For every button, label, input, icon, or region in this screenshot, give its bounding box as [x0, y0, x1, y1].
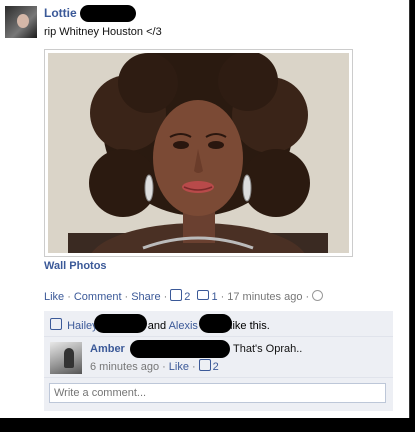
post-container: Lottie rip Whitney Houston </3 Wall Phot…: [0, 0, 410, 418]
action-bar: Like · Comment · Share · 2 1 · 17 minutes ago ·: [44, 289, 324, 303]
thumbs-up-icon: [50, 318, 62, 330]
author-name[interactable]: Lottie: [44, 6, 77, 20]
redaction-bar: [130, 340, 230, 358]
status-text: rip Whitney Houston </3: [44, 26, 162, 38]
comment-like-link[interactable]: Like: [169, 361, 189, 373]
share-link[interactable]: Share: [131, 291, 160, 303]
comment-text: That's Oprah..: [233, 343, 303, 355]
portrait-image: [48, 53, 349, 253]
redaction-bar: [94, 314, 147, 333]
speech-bubble-icon: [197, 290, 210, 300]
album-link[interactable]: Wall Photos: [44, 260, 107, 272]
like-count[interactable]: 2: [170, 289, 190, 303]
comment-timestamp[interactable]: 6 minutes ago: [90, 361, 159, 373]
comment-link[interactable]: Comment: [74, 291, 122, 303]
write-comment-input[interactable]: [49, 383, 386, 403]
comment-count[interactable]: 1: [197, 290, 218, 303]
globe-icon[interactable]: [312, 290, 324, 301]
author-avatar[interactable]: [5, 6, 37, 38]
like-link[interactable]: Like: [44, 291, 64, 303]
redaction-bar: [199, 314, 232, 333]
commenter-avatar[interactable]: [50, 342, 82, 374]
comment: Amber That's Oprah.. 6 minutes ago · Like ·…: [44, 337, 393, 378]
post-timestamp[interactable]: 17 minutes ago: [227, 291, 302, 303]
redaction-bar: [80, 5, 136, 22]
comment-author[interactable]: Amber: [90, 343, 125, 355]
thumbs-up-icon: [170, 289, 183, 301]
comment-composer: [44, 378, 393, 411]
liker-name[interactable]: Alexis: [169, 320, 198, 332]
comment-meta: 6 minutes ago · Like · 2: [90, 359, 219, 373]
likes-summary: Hailey and Alexis like this.: [44, 311, 393, 337]
comment-like-count[interactable]: 2: [198, 359, 219, 373]
wall-photo[interactable]: [44, 49, 353, 257]
thumbs-up-icon: [198, 359, 211, 371]
